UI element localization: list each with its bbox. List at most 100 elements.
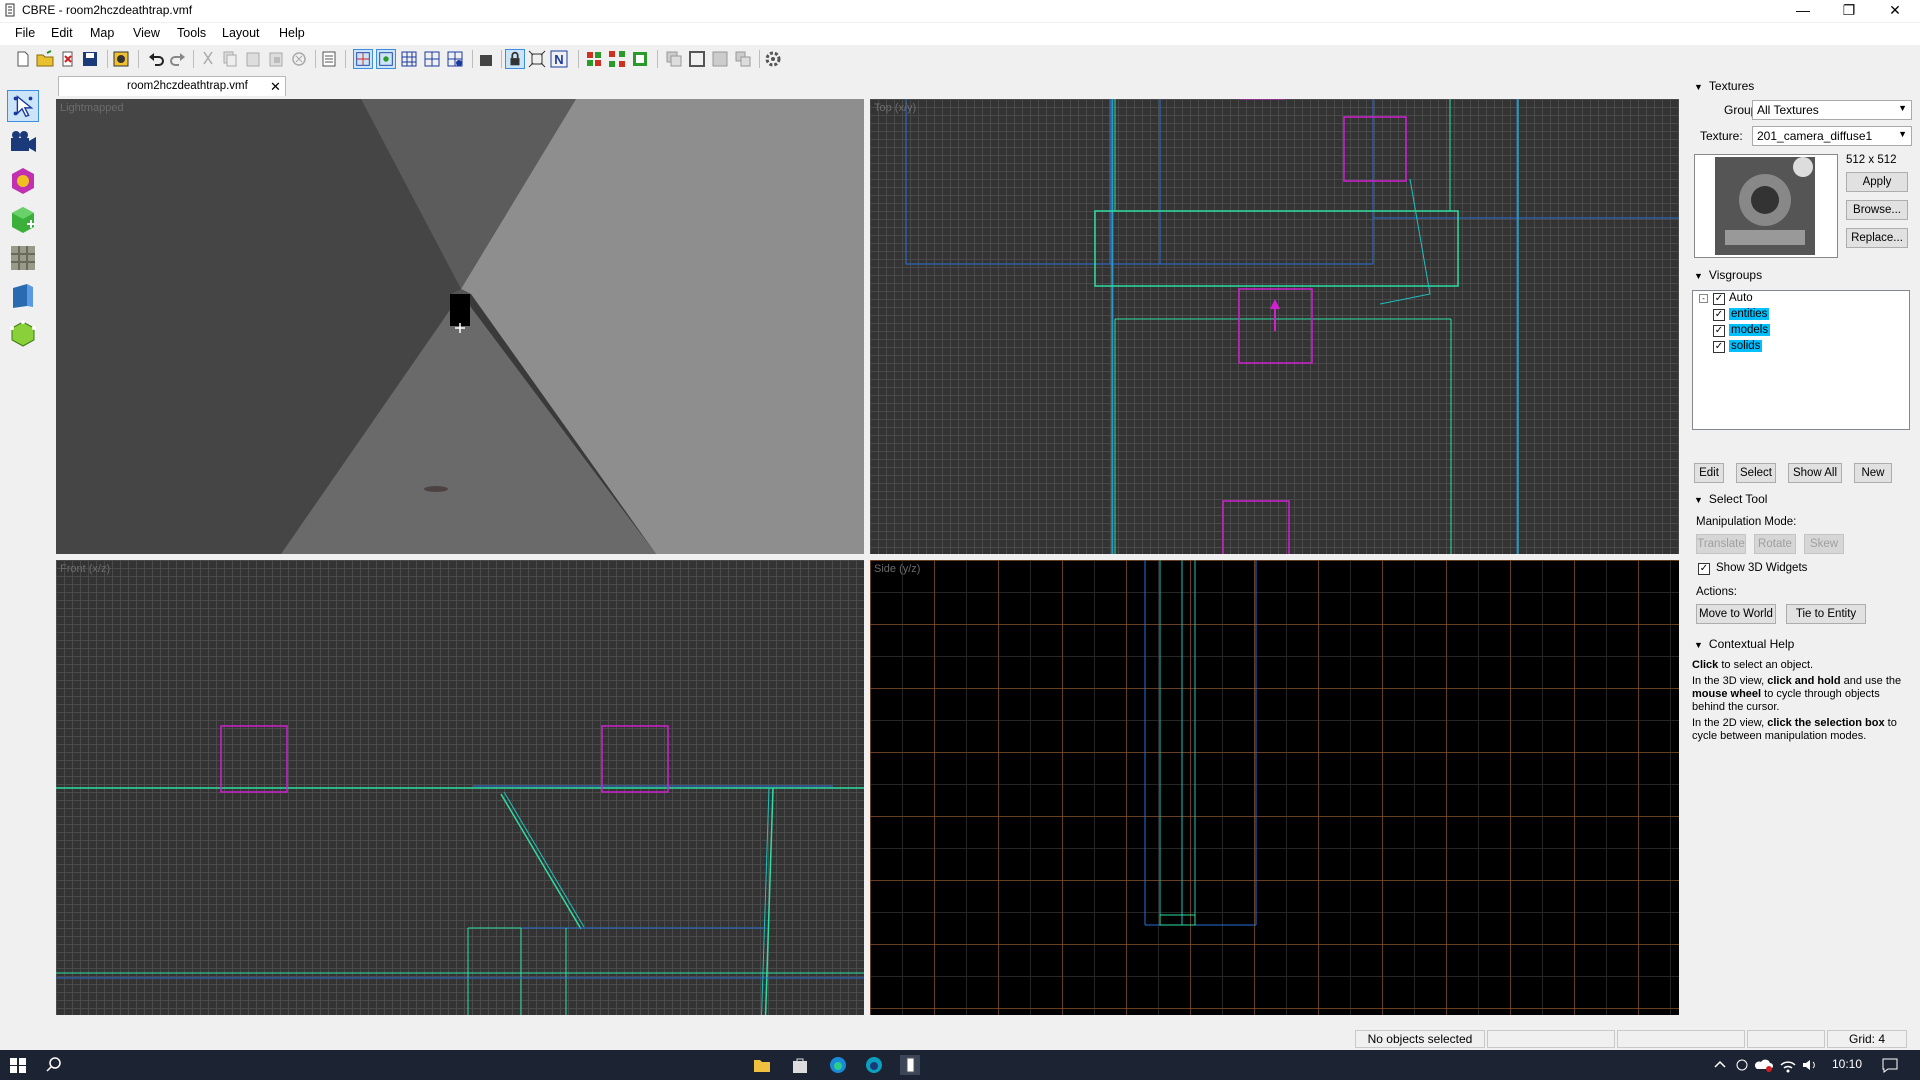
expand-icon[interactable]: - <box>1699 294 1708 303</box>
tie-to-entity-button[interactable]: Tie to Entity <box>1786 604 1866 624</box>
cut-icon[interactable] <box>198 49 218 69</box>
texture-size: 512 x 512 <box>1846 154 1897 166</box>
rotate-button[interactable]: Rotate <box>1754 534 1796 554</box>
grid-status: Grid: 4 <box>1827 1030 1907 1048</box>
paste-special-icon[interactable] <box>266 49 286 69</box>
checkbox-checked-icon[interactable]: ✓ <box>1713 341 1725 353</box>
contextual-help-header[interactable]: ▼ Contextual Help <box>1694 637 1794 651</box>
skew-button[interactable]: Skew <box>1804 534 1844 554</box>
copy-icon[interactable] <box>220 49 240 69</box>
visgroups-tree[interactable]: - ✓ Auto ✓ entities ✓ models ✓ solids <box>1692 290 1910 430</box>
hide-unselected-icon[interactable] <box>687 49 707 69</box>
edge-icon[interactable] <box>828 1055 848 1075</box>
menu-tools[interactable]: Tools <box>177 26 206 40</box>
undo-icon[interactable] <box>146 49 166 69</box>
maximize-button[interactable]: ❐ <box>1826 0 1872 22</box>
group-select[interactable]: All Textures ▼ <box>1752 100 1912 120</box>
save-icon[interactable] <box>80 49 100 69</box>
camera-tool-icon[interactable] <box>7 127 39 159</box>
show-3d-widgets-label: Show 3D Widgets <box>1716 562 1808 574</box>
menu-edit[interactable]: Edit <box>51 26 73 40</box>
visgroup-new-button[interactable]: New <box>1854 463 1892 483</box>
menu-map[interactable]: Map <box>90 26 114 40</box>
move-to-world-button[interactable]: Move to World <box>1696 604 1776 624</box>
close-file-icon[interactable] <box>58 49 78 69</box>
viewport-3d[interactable]: Lightmapped <box>56 99 864 554</box>
checkbox-checked-icon[interactable]: ✓ <box>1713 309 1725 321</box>
delete-icon[interactable] <box>289 49 309 69</box>
new-file-icon[interactable] <box>13 49 33 69</box>
settings-gear-icon[interactable] <box>763 49 783 69</box>
file-explorer-icon[interactable] <box>752 1055 772 1075</box>
show-3d-widgets-checkbox[interactable]: ✓ <box>1698 563 1710 575</box>
grid-larger-icon[interactable] <box>422 49 442 69</box>
visgroup-show-all-button[interactable]: Show All <box>1788 463 1842 483</box>
hide-selected-icon[interactable] <box>664 49 684 69</box>
webcam-icon[interactable] <box>1732 1055 1752 1075</box>
brush-tool-icon[interactable] <box>7 204 39 236</box>
visgroup-edit-button[interactable]: Edit <box>1694 463 1724 483</box>
texture-tool-icon[interactable] <box>7 242 39 274</box>
properties-icon[interactable] <box>319 49 339 69</box>
checkbox-checked-icon[interactable]: ✓ <box>1713 293 1725 305</box>
toolbar: N <box>0 45 1920 73</box>
group-icon[interactable] <box>584 49 604 69</box>
tab-close-icon[interactable]: ✕ <box>270 79 281 95</box>
decal-tool-icon[interactable] <box>7 280 39 312</box>
scale-lock-icon[interactable] <box>527 49 547 69</box>
right-panel: ▼ Textures Group: All Textures ▼ Texture: … <box>1686 74 1920 1024</box>
viewport-front[interactable]: Front (x/z) <box>56 560 864 1015</box>
menu-file[interactable]: File <box>15 26 35 40</box>
viewport-top[interactable]: Top (x/y) <box>870 99 1679 554</box>
store-icon[interactable] <box>790 1055 810 1075</box>
replace-button[interactable]: Replace... <box>1846 228 1908 248</box>
entity-tool-icon[interactable] <box>7 165 39 197</box>
redo-icon[interactable] <box>168 49 188 69</box>
menu-help[interactable]: Help <box>279 26 305 40</box>
viewport-side[interactable]: Side (y/z) <box>870 560 1679 1015</box>
checkbox-checked-icon[interactable]: ✓ <box>1713 325 1725 337</box>
minimize-button[interactable]: — <box>1780 0 1826 22</box>
menu-layout[interactable]: Layout <box>222 26 260 40</box>
wifi-icon[interactable] <box>1778 1055 1798 1075</box>
lock-icon[interactable] <box>505 49 525 69</box>
tray-chevron-icon[interactable] <box>1710 1055 1730 1075</box>
tab-room2hczdeathtrap[interactable]: room2hczdeathtrap.vmf ✕ <box>58 76 286 96</box>
browse-button[interactable]: Browse... <box>1846 200 1908 220</box>
carve-icon[interactable] <box>733 49 753 69</box>
texture-select[interactable]: 201_camera_diffuse1 ▼ <box>1752 126 1912 146</box>
visgroups-header[interactable]: ▼ Visgroups <box>1694 268 1762 282</box>
apply-button[interactable]: Apply <box>1846 172 1908 192</box>
grid-toggle-icon[interactable] <box>353 49 373 69</box>
status-bar: No objects selected Grid: 4 <box>0 1028 1920 1050</box>
close-button[interactable]: ✕ <box>1872 0 1918 22</box>
select-tool-header[interactable]: ▼ Select Tool <box>1694 492 1767 506</box>
notification-icon[interactable] <box>1880 1055 1900 1075</box>
vertex-tool-icon[interactable] <box>7 318 39 350</box>
texture-lock-icon[interactable] <box>476 49 496 69</box>
front-view-geometry <box>56 725 864 1015</box>
compile-icon[interactable] <box>111 49 131 69</box>
search-icon[interactable] <box>44 1055 64 1075</box>
open-folder-icon[interactable] <box>35 49 55 69</box>
textures-header[interactable]: ▼ Textures <box>1694 79 1754 93</box>
tie-entity-icon[interactable] <box>630 49 650 69</box>
cbre-app-icon[interactable] <box>900 1055 920 1075</box>
onedrive-icon[interactable] <box>1754 1055 1774 1075</box>
grid-settings-icon[interactable] <box>445 49 465 69</box>
translate-button[interactable]: Translate <box>1696 534 1746 554</box>
paste-icon[interactable] <box>243 49 263 69</box>
ungroup-icon[interactable] <box>607 49 627 69</box>
snap-grid-icon[interactable] <box>376 49 396 69</box>
top-view-geometry <box>905 99 1679 554</box>
show-hidden-icon[interactable] <box>710 49 730 69</box>
volume-icon[interactable] <box>1800 1055 1820 1075</box>
select-tool-icon[interactable] <box>7 90 39 122</box>
menu-view[interactable]: View <box>133 26 160 40</box>
grid-smaller-icon[interactable] <box>399 49 419 69</box>
side-view-geometry <box>1144 560 1257 926</box>
visgroup-select-button[interactable]: Select <box>1736 463 1776 483</box>
edge-beta-icon[interactable] <box>864 1055 884 1075</box>
names-icon[interactable]: N <box>549 49 569 69</box>
windows-start-icon[interactable] <box>8 1055 28 1075</box>
